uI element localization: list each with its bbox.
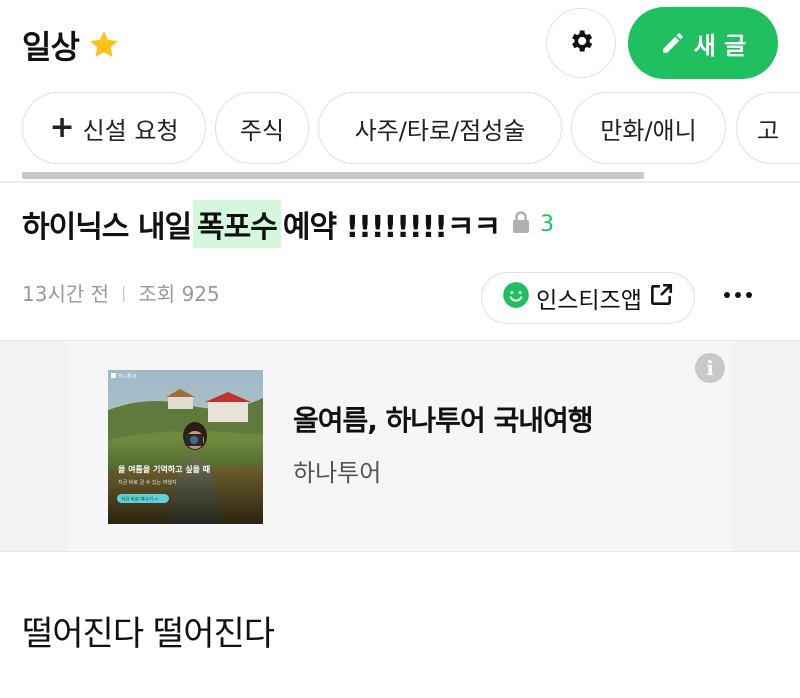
chip-manga-anime[interactable]: 만화/애니: [571, 92, 726, 164]
comment-count[interactable]: 3: [540, 212, 554, 237]
settings-button[interactable]: [546, 8, 616, 78]
chips-scrollbar[interactable]: [22, 172, 644, 179]
board-title[interactable]: 일상: [22, 22, 121, 68]
ad-image-headline: 올 여름을 기억하고 싶을 때: [118, 464, 210, 474]
ad-card[interactable]: 하나투어 올 여름을 기억하고 싶을 때 지금 바로 갈 수 있는 여행지 지금…: [67, 341, 733, 551]
more-options-icon[interactable]: [718, 280, 758, 310]
post-meta: 13시간 전 | 조회 925: [22, 278, 220, 307]
ad-advertiser: 하나투어: [293, 459, 382, 487]
lock-icon: [510, 207, 532, 242]
external-link-icon: [648, 282, 674, 314]
pencil-icon: [662, 33, 683, 53]
chip-label: 사주/타로/점성술: [354, 116, 526, 145]
post-title: 하이닉스 내일 폭포수 예약 !!!!!!!!ㅋㅋ 3: [22, 200, 554, 248]
plus-icon: +: [49, 110, 75, 145]
post-views: 조회 925: [138, 282, 220, 306]
open-app-label: 인스티즈앱: [536, 288, 642, 314]
open-app-button[interactable]: 인스티즈앱: [481, 272, 695, 324]
category-chips: + 신설 요청 주식 사주/타로/점성술 만화/애니 고: [0, 92, 800, 164]
write-button-label: 새 글: [693, 31, 747, 60]
write-post-button[interactable]: 새 글: [628, 7, 778, 79]
chip-new-request[interactable]: + 신설 요청: [22, 92, 206, 164]
chip-label: 주식: [239, 116, 285, 145]
star-icon[interactable]: [87, 28, 121, 62]
smile-icon: [502, 281, 530, 315]
post-time: 13시간 전: [22, 282, 110, 306]
ad-image-sub: 지금 바로 갈 수 있는 여행지: [118, 479, 177, 486]
gear-icon: [567, 27, 595, 59]
post-title-start: 하이닉스 내일: [22, 210, 192, 245]
app-header: 일상 새 글: [0, 0, 800, 90]
chip-label: 고: [757, 116, 780, 145]
divider: [0, 181, 800, 183]
post-title-highlight: 폭포수: [193, 200, 281, 248]
post-body: 떨어진다 떨어진다: [22, 614, 275, 654]
chip-more[interactable]: 고: [736, 92, 800, 164]
ad-image-brand: 하나투어: [118, 373, 136, 380]
ad-title[interactable]: 올여름, 하나투어 국내여행: [293, 399, 593, 439]
board-name: 일상: [22, 28, 80, 66]
ad-info-icon[interactable]: i: [695, 353, 725, 383]
meta-divider: |: [121, 283, 127, 302]
chip-stocks[interactable]: 주식: [215, 92, 309, 164]
ad-image[interactable]: 하나투어 올 여름을 기억하고 싶을 때 지금 바로 갈 수 있는 여행지 지금…: [108, 370, 263, 524]
chip-label: 만화/애니: [600, 116, 697, 145]
ad-banner[interactable]: 하나투어 올 여름을 기억하고 싶을 때 지금 바로 갈 수 있는 여행지 지금…: [0, 340, 800, 552]
chip-label: 신설 요청: [82, 116, 179, 145]
chip-fortune[interactable]: 사주/타로/점성술: [318, 92, 562, 164]
ad-image-cta: 지금 바로 떠나기 >: [121, 496, 158, 503]
post-title-end: 예약 !!!!!!!!ㅋㅋ: [282, 210, 501, 245]
